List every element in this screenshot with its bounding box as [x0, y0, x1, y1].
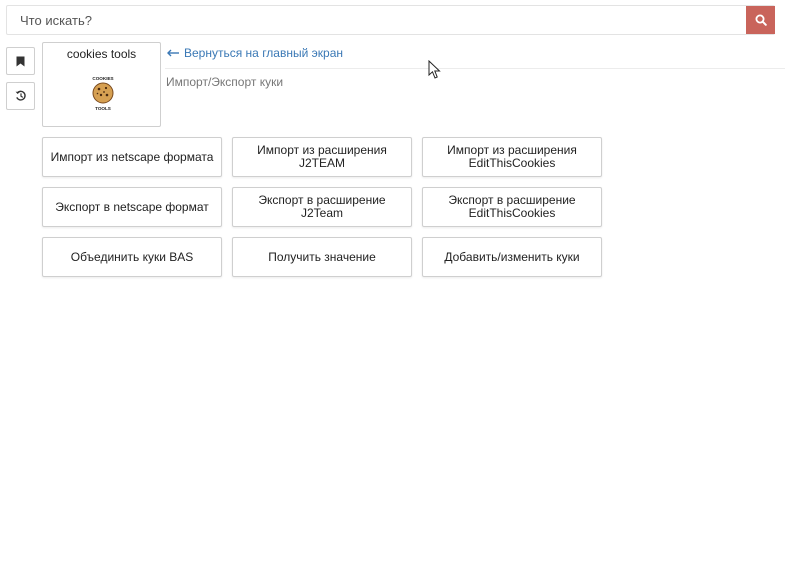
mouse-cursor-icon — [428, 60, 441, 79]
search-bar — [6, 5, 775, 35]
search-input[interactable] — [7, 6, 745, 34]
arrow-left-icon — [167, 49, 179, 57]
history-button[interactable] — [6, 82, 35, 110]
export-editthiscookies-button[interactable]: Экспорт в расширение EditThisCookies — [422, 187, 602, 227]
add-edit-cookies-button[interactable]: Добавить/изменить куки — [422, 237, 602, 277]
search-icon — [755, 14, 767, 26]
divider — [165, 68, 785, 69]
back-link[interactable]: Вернуться на главный экран — [167, 46, 343, 60]
import-j2team-button[interactable]: Импорт из расширения J2TEAM — [232, 137, 412, 177]
import-editthiscookies-button[interactable]: Импорт из расширения EditThisCookies — [422, 137, 602, 177]
import-netscape-button[interactable]: Импорт из netscape формата — [42, 137, 222, 177]
search-button[interactable] — [746, 6, 775, 34]
export-j2team-button[interactable]: Экспорт в расширение J2Team — [232, 187, 412, 227]
bookmark-button[interactable] — [6, 47, 35, 75]
export-netscape-button[interactable]: Экспорт в netscape формат — [42, 187, 222, 227]
logo-text-top: COOKIES — [92, 76, 113, 81]
logo-text-bottom: TOOLS — [95, 106, 111, 111]
get-value-button[interactable]: Получить значение — [232, 237, 412, 277]
breadcrumb: Импорт/Экспорт куки — [166, 75, 284, 89]
tool-title: cookies tools — [66, 47, 137, 61]
history-icon — [15, 90, 26, 101]
merge-bas-cookies-button[interactable]: Объединить куки BAS — [42, 237, 222, 277]
back-link-label: Вернуться на главный экран — [184, 46, 343, 60]
tool-card[interactable]: cookies tools COOKIES TOOLS — [42, 42, 161, 127]
bookmark-icon — [16, 56, 25, 66]
cookie-logo-icon: COOKIES TOOLS — [92, 76, 113, 111]
